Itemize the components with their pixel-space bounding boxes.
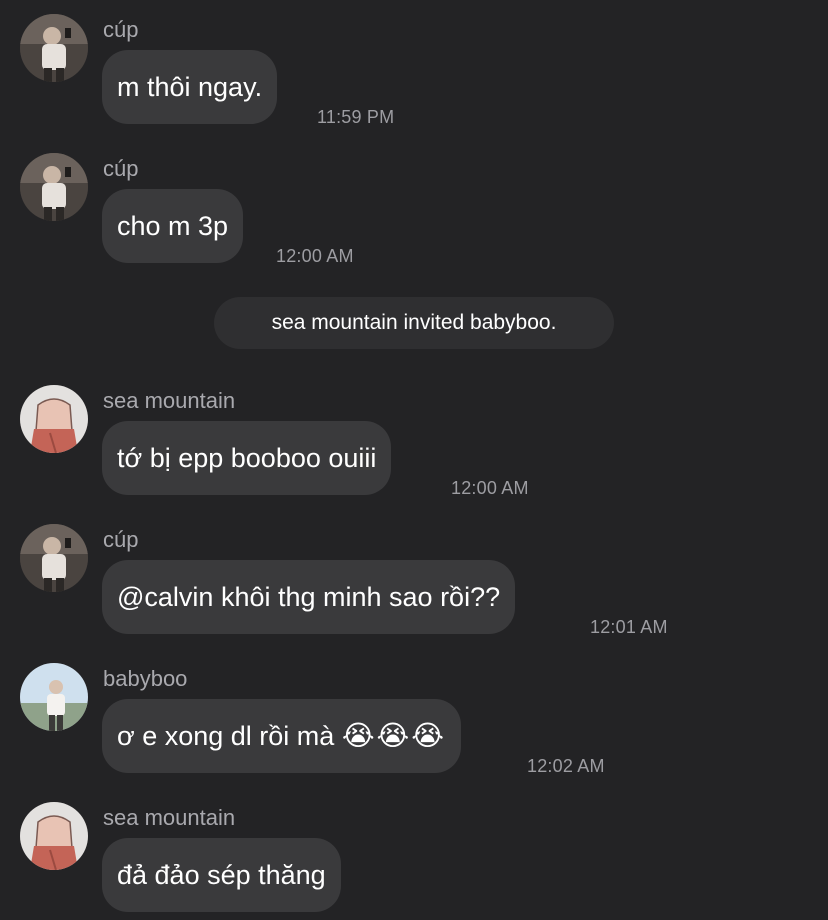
babyboo-avatar-icon xyxy=(20,663,88,731)
system-notice: sea mountain invited babyboo. xyxy=(214,297,614,349)
message-time: 12:01 AM xyxy=(590,617,668,637)
message-bubble[interactable]: cho m 3p xyxy=(102,189,244,263)
message-bubble[interactable]: tớ bị epp booboo ouiii xyxy=(102,421,392,495)
sender-name: sea mountain xyxy=(103,388,236,413)
sea-mountain-avatar[interactable] xyxy=(20,385,88,453)
message-bubble[interactable]: đả đảo sép thăng xyxy=(102,838,341,912)
sea-mountain-avatar[interactable] xyxy=(20,802,88,870)
message-time: 12:02 AM xyxy=(527,756,605,776)
message-bubble[interactable]: m thôi ngay. xyxy=(102,50,278,124)
crying-emoji: 😭😭😭 xyxy=(341,720,446,751)
sea-mountain-avatar-icon xyxy=(20,802,88,870)
chat-thread: cúp m thôi ngay. 11:59 PM cúp cho m 3p 1… xyxy=(0,0,828,920)
message-text: @calvin khôi thg minh sao rồi?? xyxy=(117,582,501,612)
message-text: tớ bị epp booboo ouiii xyxy=(117,443,377,473)
message-text: ơ e xong dl rồi mà xyxy=(117,721,335,751)
message-time: 11:59 PM xyxy=(317,107,395,127)
sender-name: cúp xyxy=(103,17,139,42)
cup-avatar-icon xyxy=(20,524,88,592)
message-time: 12:00 AM xyxy=(276,246,354,266)
message-text: cho m 3p xyxy=(117,211,229,241)
cup-avatar[interactable] xyxy=(20,524,88,592)
cup-avatar[interactable] xyxy=(20,14,88,82)
message-bubble[interactable]: ơ e xong dl rồi mà 😭😭😭 xyxy=(102,699,461,773)
message-text: m thôi ngay. xyxy=(117,72,263,102)
message-bubble[interactable]: @calvin khôi thg minh sao rồi?? xyxy=(102,560,516,634)
cup-avatar-icon xyxy=(20,153,88,221)
sender-name: sea mountain xyxy=(103,805,236,830)
cup-avatar-icon xyxy=(20,14,88,82)
sea-mountain-avatar-icon xyxy=(20,385,88,453)
babyboo-avatar[interactable] xyxy=(20,663,88,731)
message-time: 12:00 AM xyxy=(451,478,529,498)
message-text: đả đảo sép thăng xyxy=(117,860,326,890)
cup-avatar[interactable] xyxy=(20,153,88,221)
sender-name: cúp xyxy=(103,527,139,552)
sender-name: babyboo xyxy=(103,666,188,691)
sender-name: cúp xyxy=(103,156,139,181)
